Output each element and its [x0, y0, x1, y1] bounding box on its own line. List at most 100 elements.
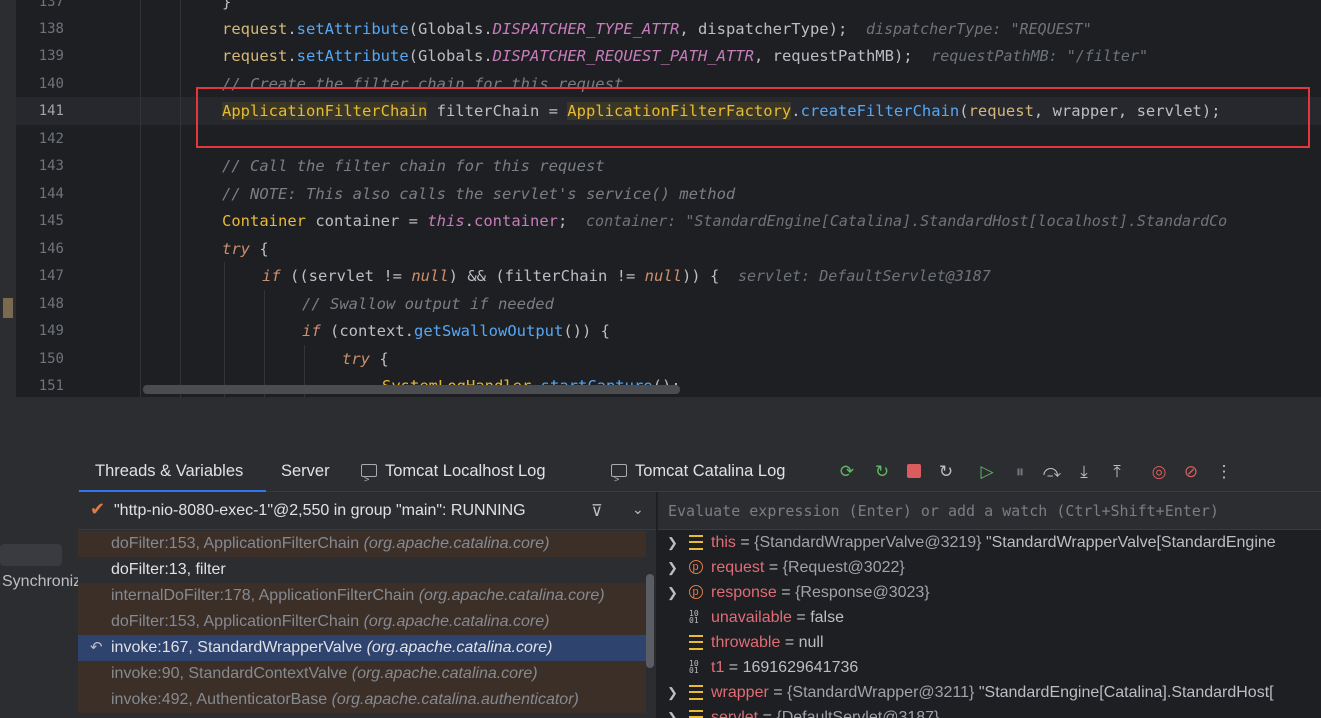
- stack-frame[interactable]: internalDoFilter:178, ApplicationFilterC…: [78, 583, 646, 609]
- line-number: 150: [38, 351, 64, 367]
- line-number: 147: [38, 268, 64, 284]
- horizontal-scrollbar[interactable]: [143, 385, 680, 394]
- frames-scrollbar[interactable]: [646, 530, 654, 710]
- highlight-annotation-box: [196, 87, 1310, 148]
- parameter-icon: [689, 555, 703, 580]
- return-arrow-icon: ↶: [90, 639, 103, 656]
- line-number: 144: [38, 186, 64, 202]
- stack-frame[interactable]: doFilter:13, filter: [78, 557, 646, 583]
- inline-value-hint: container: "StandardEngine[Catalina].Sta…: [586, 212, 1228, 230]
- chevron-right-icon[interactable]: ❯: [667, 555, 678, 580]
- inline-value-hint: requestPathMB: "/filter": [931, 47, 1149, 65]
- scrollbar-thumb[interactable]: [646, 574, 654, 668]
- debug-tool-window: Synchronizers Threads & Variables Server…: [0, 450, 1321, 718]
- indent-guide: [180, 0, 181, 397]
- code-line: Container container = this.container; co…: [222, 212, 1228, 230]
- line-number: 148: [38, 296, 64, 312]
- primitive-icon: 10 01: [689, 609, 699, 625]
- mute-breakpoints-icon[interactable]: ⊘: [1180, 460, 1202, 482]
- field-icon: [689, 535, 703, 550]
- line-number: 146: [38, 241, 64, 257]
- code-line: }: [222, 0, 232, 11]
- checkmark-icon: ✔: [90, 499, 106, 519]
- rerun-icon[interactable]: ⟳: [836, 460, 858, 482]
- parameter-icon: [689, 580, 703, 605]
- view-breakpoints-icon[interactable]: ◎: [1148, 460, 1170, 482]
- variable-row[interactable]: throwable = null: [658, 630, 1321, 655]
- evaluate-expression-field[interactable]: [658, 492, 1321, 530]
- chevron-right-icon[interactable]: ❯: [667, 680, 678, 705]
- line-number: 143: [38, 158, 64, 174]
- stack-frame[interactable]: invoke:492, AuthenticatorBase (org.apach…: [78, 687, 646, 713]
- thread-selector[interactable]: ✔ "http-nio-8080-exec-1"@2,550 in group …: [78, 492, 656, 530]
- line-number: 151: [38, 378, 64, 394]
- line-number: 138: [38, 21, 64, 37]
- editor-left-strip: [0, 0, 16, 397]
- line-number: 137: [38, 0, 64, 10]
- chevron-right-icon[interactable]: ❯: [667, 580, 678, 605]
- stack-frame[interactable]: doFilter:153, ApplicationFilterChain (or…: [78, 609, 646, 635]
- line-number: 149: [38, 323, 64, 339]
- code-line: try {: [222, 240, 269, 258]
- variable-row[interactable]: ❯ servlet = {DefaultServlet@3187}: [658, 705, 1321, 718]
- inline-value-hint: servlet: DefaultServlet@3187: [737, 267, 991, 285]
- rerun-debug-icon[interactable]: ↻: [871, 460, 893, 482]
- tab-tomcat-localhost-log[interactable]: Tomcat Localhost Log: [361, 450, 546, 501]
- variable-row[interactable]: 10 01 unavailable = false: [658, 605, 1321, 630]
- variables-panel: ❯ this = {StandardWrapperValve@3219} "St…: [658, 492, 1321, 718]
- frames-panel: ✔ "http-nio-8080-exec-1"@2,550 in group …: [78, 492, 656, 718]
- step-over-icon[interactable]: ⤼: [1041, 460, 1063, 482]
- line-number: 139: [38, 48, 64, 64]
- synchronizers-label[interactable]: Synchronizers: [2, 573, 78, 591]
- variable-row[interactable]: ❯ wrapper = {StandardWrapper@3211} "Stan…: [658, 680, 1321, 705]
- primitive-icon: 10 01: [689, 659, 699, 675]
- side-panel-item[interactable]: [0, 544, 62, 566]
- tab-threads-variables[interactable]: Threads & Variables: [95, 450, 243, 492]
- editor-bottom-strip: [0, 397, 1321, 450]
- step-out-icon[interactable]: ⤒: [1106, 460, 1128, 482]
- variable-row[interactable]: ❯ response = {Response@3023}: [658, 580, 1321, 605]
- debug-tab-bar: Threads & Variables Server Tomcat Localh…: [78, 450, 1321, 501]
- chevron-right-icon[interactable]: ❯: [667, 530, 678, 555]
- restart-icon[interactable]: ↻: [935, 460, 957, 482]
- code-comment: // Swallow output if needed: [302, 295, 554, 313]
- line-number: 140: [38, 76, 64, 92]
- filter-icon[interactable]: ⊽: [591, 501, 603, 521]
- console-icon: [361, 459, 377, 501]
- code-comment: // NOTE: This also calls the servlet's s…: [222, 185, 736, 203]
- code-comment: // Call the filter chain for this reques…: [222, 157, 605, 175]
- variable-row[interactable]: ❯ this = {StandardWrapperValve@3219} "St…: [658, 530, 1321, 555]
- stack-frame[interactable]: doFilter:153, ApplicationFilterChain (or…: [78, 531, 646, 557]
- variable-row[interactable]: 10 01 t1 = 1691629641736: [658, 655, 1321, 680]
- scroll-marker: [3, 298, 13, 318]
- code-editor[interactable]: 137 138 139 140 141 142 143 144 145 146 …: [0, 0, 1321, 397]
- more-icon[interactable]: ⋮: [1213, 460, 1235, 482]
- code-line: request.setAttribute(Globals.DISPATCHER_…: [222, 20, 1092, 38]
- tab-server[interactable]: Server: [281, 450, 330, 492]
- field-icon: [689, 685, 703, 700]
- code-line: if (context.getSwallowOutput()) {: [302, 322, 610, 340]
- stack-frame[interactable]: invoke:90, StandardContextValve (org.apa…: [78, 661, 646, 687]
- indent-guide: [224, 262, 225, 397]
- field-icon: [689, 710, 703, 718]
- debug-side-panel: Synchronizers: [0, 450, 78, 718]
- resume-icon[interactable]: ▷: [976, 460, 998, 482]
- console-icon: [611, 459, 627, 501]
- field-icon: [689, 635, 703, 650]
- chevron-right-icon[interactable]: ❯: [667, 705, 678, 718]
- thread-name: "http-nio-8080-exec-1"@2,550 in group "m…: [114, 502, 526, 519]
- indent-guide: [140, 0, 141, 397]
- step-into-icon[interactable]: ⤓: [1073, 460, 1095, 482]
- chevron-down-icon[interactable]: ⌄: [632, 501, 644, 518]
- stop-icon[interactable]: [903, 460, 925, 482]
- line-number: 145: [38, 213, 64, 229]
- indent-guide: [264, 290, 265, 397]
- variable-row[interactable]: ❯ request = {Request@3022}: [658, 555, 1321, 580]
- evaluate-expression-input[interactable]: [658, 492, 1321, 530]
- line-number: 141: [38, 103, 64, 119]
- code-line: try {: [342, 350, 389, 368]
- code-line: request.setAttribute(Globals.DISPATCHER_…: [222, 47, 1149, 65]
- pause-icon[interactable]: ⏸: [1009, 460, 1031, 482]
- tab-tomcat-catalina-log[interactable]: Tomcat Catalina Log: [611, 450, 785, 501]
- stack-frame-selected[interactable]: ↶ invoke:167, StandardWrapperValve (org.a…: [78, 635, 646, 661]
